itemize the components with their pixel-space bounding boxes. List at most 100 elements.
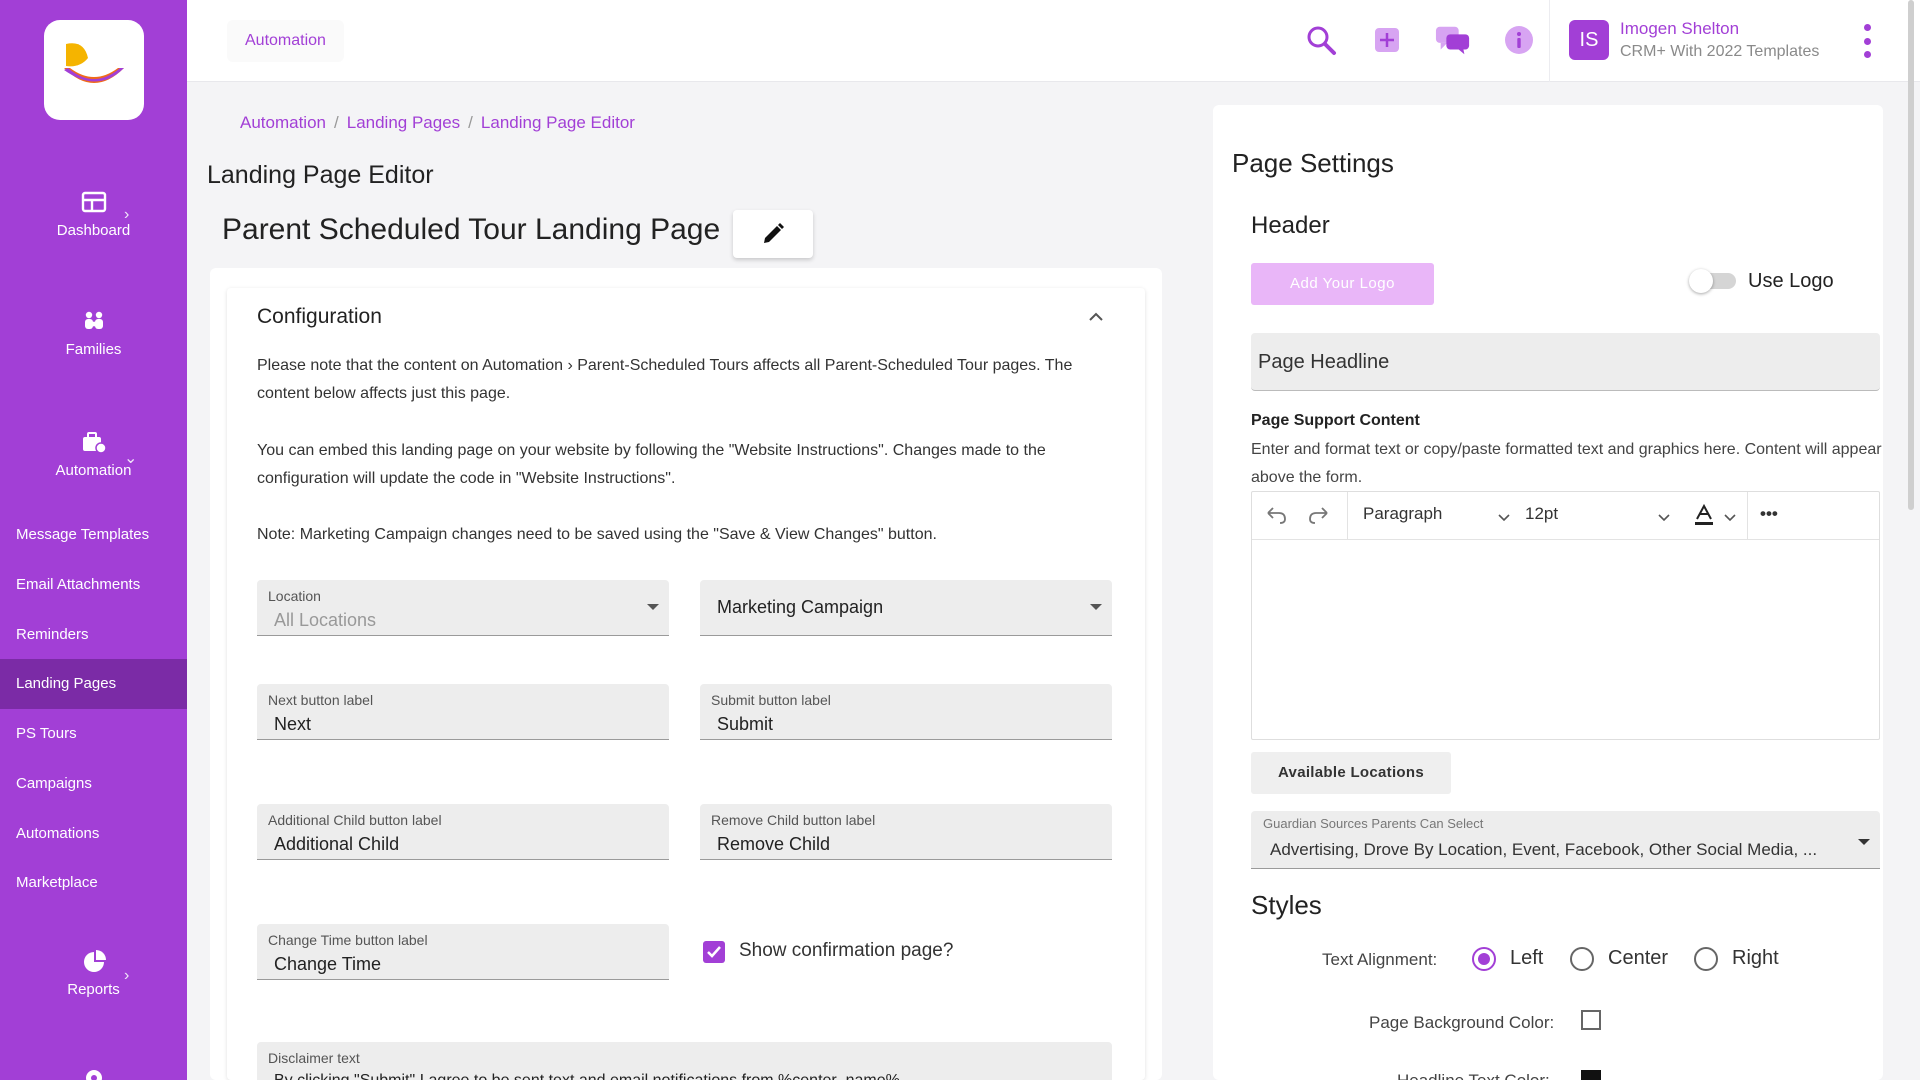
next-label-value: Next xyxy=(274,714,312,734)
sidebar-item-reminders[interactable]: Reminders xyxy=(0,610,187,660)
sidebar-item-dashboard[interactable]: Dashboard › xyxy=(0,190,187,239)
additional-child-label-field[interactable]: Additional Child button label Additional… xyxy=(257,804,669,860)
guardian-sources-select[interactable]: Guardian Sources Parents Can Select Adve… xyxy=(1251,811,1880,869)
rich-text-editor[interactable]: Paragraph 12pt ••• xyxy=(1251,491,1880,740)
align-right-radio[interactable] xyxy=(1694,947,1718,971)
sidebar-item-ps-tours[interactable]: PS Tours xyxy=(0,709,187,759)
sidebar-item-reports[interactable]: Reports › xyxy=(0,949,187,998)
config-note-3: Note: Marketing Campaign changes need to… xyxy=(257,526,937,543)
edit-name-button[interactable] xyxy=(733,210,813,258)
app-logo[interactable] xyxy=(44,20,144,120)
text-color-icon[interactable] xyxy=(1692,503,1716,532)
sidebar-item-message-templates[interactable]: Message Templates xyxy=(0,510,187,560)
config-title: Configuration xyxy=(257,305,382,328)
breadcrumb-landing-pages[interactable]: Landing Pages xyxy=(347,113,460,132)
headline-color-swatch[interactable] xyxy=(1581,1070,1601,1080)
block-format-select[interactable]: Paragraph xyxy=(1363,504,1442,524)
redo-icon[interactable] xyxy=(1307,504,1331,531)
more-tools-icon[interactable]: ••• xyxy=(1760,504,1778,524)
next-label-caption: Next button label xyxy=(268,692,374,708)
align-right-label: Right xyxy=(1732,947,1779,969)
page-title: Landing Page Editor xyxy=(207,161,434,189)
avatar[interactable]: IS xyxy=(1569,20,1609,60)
submit-button-label-field[interactable]: Submit button label Submit xyxy=(700,684,1112,740)
page-headline-field[interactable]: Page Headline xyxy=(1251,333,1880,391)
sidebar-item-automations[interactable]: Automations xyxy=(0,809,187,859)
add-child-value: Additional Child xyxy=(274,834,400,854)
undo-icon[interactable] xyxy=(1264,504,1288,531)
guardian-sources-value: Advertising, Drove By Location, Event, F… xyxy=(1270,840,1818,859)
submit-label-value: Submit xyxy=(717,714,774,734)
dropdown-arrow-icon xyxy=(1858,839,1870,845)
location-label: Location xyxy=(268,588,321,604)
chevron-down-icon[interactable] xyxy=(1657,508,1671,528)
disclaimer-value: By clicking "Submit" I agree to be sent … xyxy=(274,1072,900,1080)
add-logo-button[interactable]: Add Your Logo xyxy=(1251,263,1434,305)
chat-icon[interactable] xyxy=(1435,22,1471,58)
sidebar-item-automation[interactable]: Automation ⌄ xyxy=(0,430,187,479)
user-name[interactable]: Imogen Shelton xyxy=(1620,19,1739,39)
use-logo-toggle[interactable] xyxy=(1689,269,1736,293)
settings-icon[interactable] xyxy=(82,1066,106,1080)
more-options-icon[interactable] xyxy=(1863,24,1871,58)
sidebar-label-dashboard: Dashboard xyxy=(56,222,131,239)
next-button-label-field[interactable]: Next button label Next xyxy=(257,684,669,740)
add-child-caption: Additional Child button label xyxy=(268,812,442,828)
sidebar-item-marketplace[interactable]: Marketplace xyxy=(0,858,187,908)
dropdown-arrow-icon xyxy=(647,604,659,610)
page-bg-color-swatch[interactable] xyxy=(1581,1010,1601,1030)
location-select[interactable]: Location All Locations xyxy=(257,580,669,636)
info-icon[interactable] xyxy=(1501,22,1537,58)
page-scrollbar[interactable] xyxy=(1908,0,1914,510)
marketing-campaign-select[interactable]: Marketing Campaign xyxy=(700,580,1112,636)
available-locations-button[interactable]: Available Locations xyxy=(1251,752,1451,794)
tab-automation[interactable]: Automation xyxy=(227,20,344,62)
search-icon[interactable] xyxy=(1303,22,1339,58)
change-time-value: Change Time xyxy=(274,954,382,974)
align-center-radio[interactable] xyxy=(1570,947,1594,971)
chevron-down-icon[interactable] xyxy=(1497,508,1511,528)
chevron-down-icon[interactable] xyxy=(1723,508,1737,528)
page-bg-color-label: Page Background Color: xyxy=(1369,1013,1555,1032)
change-time-caption: Change Time button label xyxy=(268,932,428,948)
page-settings-title: Page Settings xyxy=(1232,148,1394,178)
remove-child-value: Remove Child xyxy=(717,834,831,854)
support-content-description: Enter and format text or copy/paste form… xyxy=(1251,441,1882,486)
use-logo-label: Use Logo xyxy=(1748,270,1834,292)
add-icon[interactable] xyxy=(1369,22,1405,58)
sidebar-item-landing-pages[interactable]: Landing Pages xyxy=(0,659,187,709)
styles-title: Styles xyxy=(1251,890,1322,920)
headline-color-label: Headline Text Color: xyxy=(1397,1071,1550,1080)
chevron-down-icon: ⌄ xyxy=(124,450,138,467)
support-content-title: Page Support Content xyxy=(1251,412,1420,429)
breadcrumb-automation[interactable]: Automation xyxy=(240,113,326,132)
collapse-icon[interactable] xyxy=(1088,306,1104,327)
toolbar-divider xyxy=(1747,492,1748,540)
landing-page-name: Parent Scheduled Tour Landing Page xyxy=(222,213,721,246)
dashboard-icon xyxy=(81,191,106,213)
sidebar-label-automation: Automation xyxy=(55,462,132,479)
font-size-select[interactable]: 12pt xyxy=(1525,504,1558,524)
page-headline-placeholder: Page Headline xyxy=(1258,351,1390,373)
sidebar-item-email-attachments[interactable]: Email Attachments xyxy=(0,560,187,610)
families-icon xyxy=(84,311,103,329)
sidebar-label-families: Families xyxy=(65,341,122,358)
toggle-knob xyxy=(1689,269,1713,293)
sidebar-item-campaigns[interactable]: Campaigns xyxy=(0,759,187,809)
text-alignment-label: Text Alignment: xyxy=(1322,950,1438,969)
remove-child-caption: Remove Child button label xyxy=(711,812,876,828)
show-confirmation-checkbox[interactable] xyxy=(703,941,725,963)
header-section-title: Header xyxy=(1251,212,1330,239)
dropdown-arrow-icon xyxy=(1090,604,1102,610)
align-left-radio[interactable] xyxy=(1472,947,1496,971)
disclaimer-field[interactable]: Disclaimer text By clicking "Submit" I a… xyxy=(257,1042,1112,1080)
change-time-label-field[interactable]: Change Time button label Change Time xyxy=(257,924,669,980)
align-center-label: Center xyxy=(1608,947,1669,969)
remove-child-label-field[interactable]: Remove Child button label Remove Child xyxy=(700,804,1112,860)
breadcrumb-landing-page-editor[interactable]: Landing Page Editor xyxy=(481,113,635,132)
config-note-2: You can embed this landing page on your … xyxy=(257,442,1046,487)
sidebar-item-families[interactable]: Families xyxy=(0,309,187,358)
checkmark-icon xyxy=(707,946,721,958)
reports-icon xyxy=(83,950,106,972)
topbar-divider xyxy=(1549,0,1550,82)
